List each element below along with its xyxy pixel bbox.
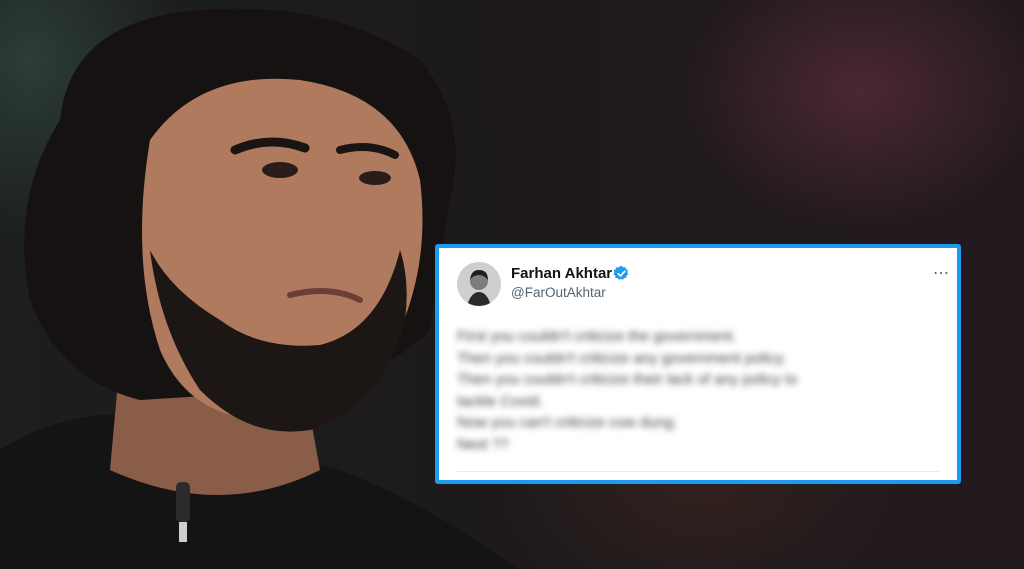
more-options-icon[interactable]: ⋯ [933,266,955,282]
tweet-line: Next ?? [457,435,509,453]
author-name[interactable]: Farhan Akhtar [511,265,612,282]
tweet-card: Farhan Akhtar @FarOutAkhtar ⋯ First you … [435,244,961,484]
tweet-body: First you couldn't criticize the governm… [457,326,927,455]
tweet-line: tackle Covid. [457,392,543,410]
avatar-image [457,262,501,306]
tweet-line: First you couldn't criticize the governm… [457,328,737,345]
tweet-line: Then you couldn't criticize any governme… [457,349,787,367]
tweet-line: Then you couldn't criticize their lack o… [457,371,798,388]
author-handle[interactable]: @FarOutAkhtar [511,285,606,300]
verified-badge-icon [613,265,629,280]
author-avatar[interactable] [457,262,501,306]
divider [457,471,939,472]
tweet-line: Now you can't criticize cow dung. [457,414,678,431]
